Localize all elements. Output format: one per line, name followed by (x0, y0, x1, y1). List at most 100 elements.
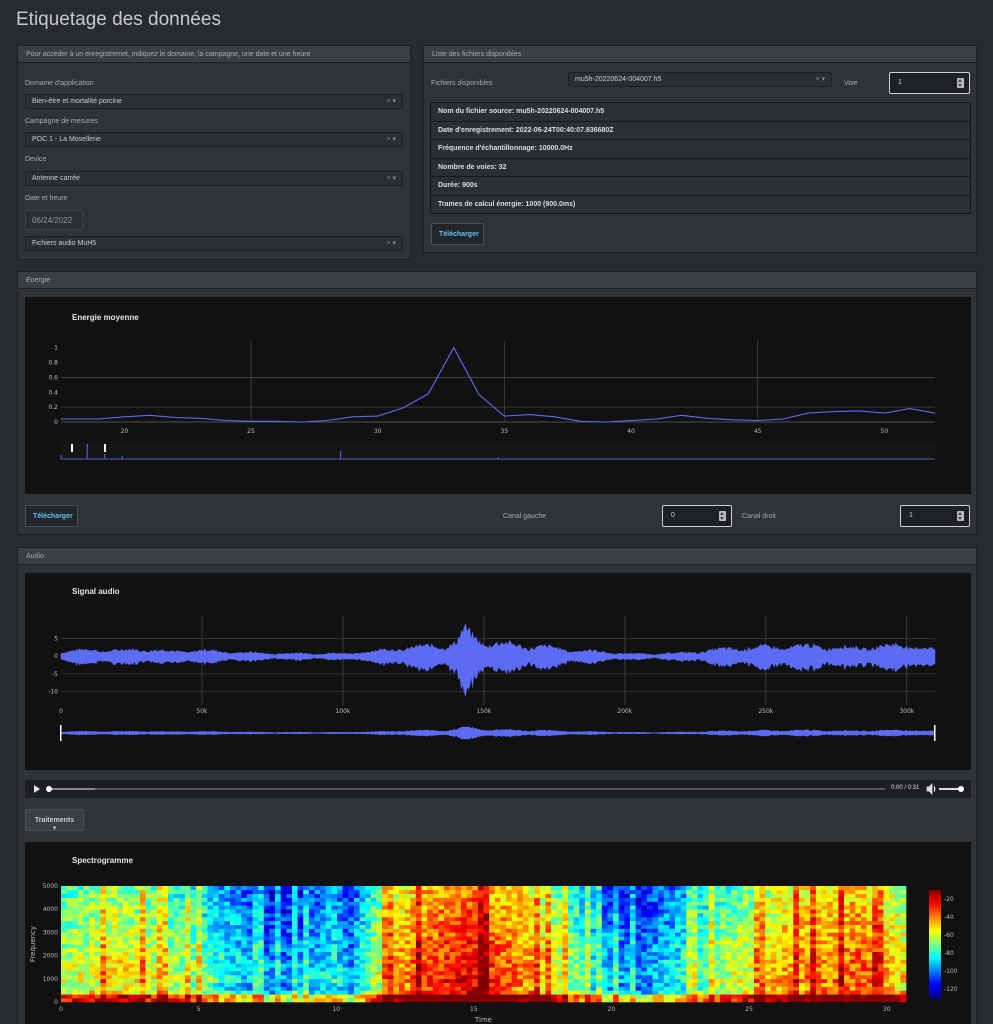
filetype-select[interactable]: Fichiers audio MuH5 × ▾ (25, 236, 403, 251)
play-icon[interactable] (34, 785, 40, 793)
voie-input[interactable]: 1 (889, 72, 970, 94)
audio-player[interactable]: 0:00 / 0:31 (25, 780, 971, 798)
spectrogram-cell (77, 963, 84, 968)
file-select[interactable]: mu5h-20220624-004007.h5 × ▾ (568, 72, 832, 87)
spectrogram-cell (342, 916, 349, 922)
spectrogram-cell (590, 990, 597, 995)
spectrogram-cell (652, 986, 659, 991)
spectrogram-cell (111, 967, 118, 972)
spectrogram-cell (596, 916, 603, 922)
spectrogram-cell (145, 920, 152, 925)
volume-thumb[interactable] (958, 786, 964, 792)
volume-icon[interactable] (926, 783, 936, 795)
spectrogram-cell (455, 967, 462, 972)
spectrogram-cell (737, 998, 743, 1003)
clear-caret-icon[interactable]: × ▾ (386, 98, 396, 106)
spectrogram-cell (584, 889, 591, 895)
spectrogram-cell (100, 998, 107, 1003)
right-channel-input[interactable]: 1 (900, 505, 970, 527)
spectrogram-cell (128, 920, 135, 925)
spinner-icon[interactable] (719, 511, 726, 521)
spectrogram-plot[interactable]: Spectrogramme 0 5 10 15 20 25 30 0 1000 2000 3000 4… (25, 842, 971, 1024)
audio-progress-track[interactable] (47, 788, 885, 790)
file-download-button[interactable]: Télécharger (431, 223, 484, 245)
spectrogram-cell (235, 928, 242, 933)
spectrogram-cell (827, 932, 834, 937)
spectrogram-cell (872, 889, 879, 895)
spectrogram-cell (460, 971, 467, 976)
spectrogram-cell (832, 959, 839, 964)
spectrogram-cell (860, 897, 867, 902)
domain-select[interactable]: Bien-être et mortalité porcine × ▾ (25, 94, 403, 109)
treatments-dropdown-button[interactable]: Traitements ▾ (25, 809, 84, 832)
date-input[interactable]: 06/24/2022 (25, 210, 83, 230)
spectrogram-cell (556, 901, 563, 906)
spectrogram-cell (539, 982, 546, 987)
spectrogram-cell (624, 947, 631, 953)
spectrogram-cell (252, 901, 259, 906)
spectrogram-cell (477, 963, 484, 968)
spectrogram-cell (303, 901, 310, 906)
energy-plot[interactable]: Energie moyenne 20 25 30 35 40 45 50 0 0.2 0.4 0.6… (25, 297, 971, 494)
spectrogram-cell (275, 916, 281, 922)
spectrogram-cell (89, 932, 96, 937)
spectrogram-cell (207, 909, 214, 914)
spectrogram-cell (162, 886, 169, 891)
audio-progress-thumb[interactable] (46, 786, 52, 792)
spectrogram-cell (404, 994, 411, 999)
spectrogram-cell (252, 889, 259, 895)
spectrogram-cell (579, 916, 586, 922)
spectrogram-cell (235, 901, 242, 906)
spectrogram-cell (370, 978, 377, 983)
spectrogram-cell (849, 905, 856, 910)
spectrogram-cell (325, 924, 332, 929)
spectrogram-cell (511, 971, 518, 976)
spectrogram-cell (748, 940, 755, 945)
spectrogram-cell (579, 978, 586, 983)
spectrogram-cell (117, 986, 124, 991)
spinner-icon[interactable] (957, 511, 964, 521)
spectrogram-cell (275, 990, 281, 995)
spectrogram-cell (663, 886, 670, 891)
spectrogram-cell (66, 886, 73, 891)
spectrogram-cell (353, 967, 360, 972)
clear-caret-icon[interactable]: × ▾ (386, 136, 396, 144)
energy-chart[interactable]: 20 25 30 35 40 45 5000.20.40.60.81 (25, 297, 971, 494)
audio-chart[interactable]: 0 50k 100k 150k 200k 250k 300k50-5-10 (25, 573, 971, 770)
spectrogram-cell (218, 955, 225, 960)
y-tick-label: 0 (54, 653, 58, 660)
spectrogram-cell (697, 959, 704, 964)
spectrogram-cell (590, 967, 597, 972)
spectrogram-cell (494, 959, 501, 964)
spectrogram-cell (449, 974, 456, 980)
spectrogram-cell (94, 971, 101, 976)
spectrogram-cell (720, 971, 727, 976)
energy-download-button[interactable]: Télécharger (25, 505, 78, 527)
clear-caret-icon[interactable]: × ▾ (386, 240, 396, 248)
spectrogram-cell (252, 905, 259, 910)
spectrogram-cell (303, 955, 310, 960)
spectrogram-cell (528, 932, 535, 937)
spectrogram-cell (691, 947, 698, 953)
spectrogram-cell (596, 951, 603, 956)
clear-caret-icon[interactable]: × ▾ (386, 175, 396, 183)
spectrogram-cell (494, 932, 501, 937)
spectrogram-cell (472, 913, 479, 918)
clear-caret-icon[interactable]: × ▾ (815, 76, 825, 84)
spectrogram-cell (190, 994, 197, 999)
spectrogram-cell (866, 947, 873, 953)
spectrogram-cell (770, 947, 777, 953)
audio-plot[interactable]: Signal audio 0 50k 100k 150k 200k 250k 300k 5 0-… (25, 573, 971, 770)
spectrogram-cell (438, 905, 445, 910)
spinner-icon[interactable] (957, 78, 964, 88)
device-select[interactable]: Antenne carrée × ▾ (25, 171, 403, 186)
spectrogram-chart[interactable]: 0 5 10 15 20 25 30010002000300040005000TimeFre… (25, 842, 971, 1024)
spectrogram-cell (139, 990, 146, 995)
spectrogram-cell (776, 955, 783, 960)
spectrogram-cell (207, 982, 214, 987)
campaign-select[interactable]: POC 1 - La Mosellerie × ▾ (25, 132, 403, 147)
spectrogram-cell (337, 990, 343, 995)
left-channel-input[interactable]: 0 (662, 505, 732, 527)
spectrogram-cell (573, 967, 580, 972)
spectrogram-cell (303, 994, 310, 999)
